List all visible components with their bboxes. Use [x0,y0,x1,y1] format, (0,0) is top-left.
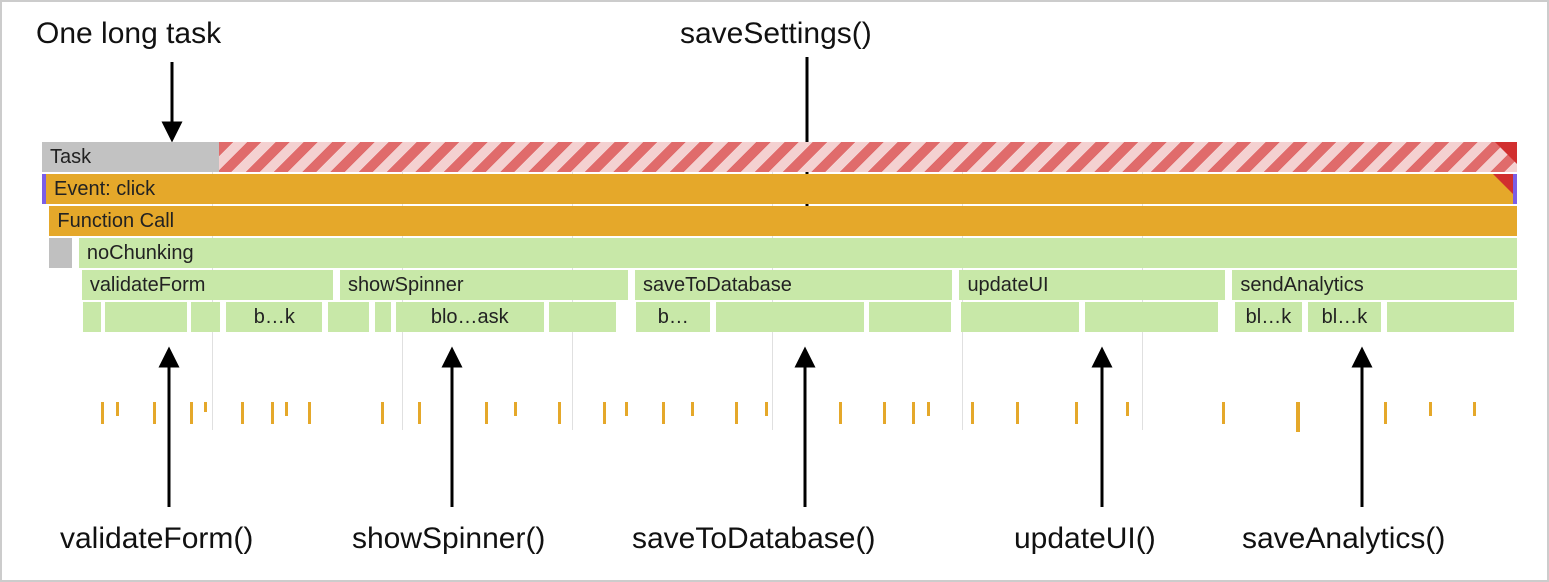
bar-function-call: Function Call [49,206,1517,236]
row-function-call: Function Call [42,206,1517,236]
row-leaves: b…k blo…ask b… bl…k bl…k [42,302,1517,332]
annotation-saveToDatabase: saveToDatabase() [632,522,875,556]
bar-event-click: Event: click [46,174,1513,204]
annotation-validateForm: validateForm() [60,522,253,556]
long-task-marker-icon [1495,142,1517,164]
bar-leaf-5: bl…k [1308,302,1382,332]
flame-chart: Task Event: click Function Call noChunki… [42,142,1517,334]
bar-leaf-3: b… [636,302,710,332]
annotation-saveAnalytics: saveAnalytics() [1242,522,1445,556]
annotation-showSpinner: showSpinner() [352,522,545,556]
bar-saveToDatabase: saveToDatabase [635,270,952,300]
bar-showSpinner: showSpinner [340,270,628,300]
row-task: Task [42,142,1517,172]
arrow-saveToDatabase [790,352,820,512]
arrow-validateForm [154,352,184,512]
arrow-showSpinner [437,352,467,512]
row-nochunking: noChunking [42,238,1517,268]
event-marker-icon [1493,174,1513,194]
tick-marks [42,402,1517,442]
bar-task-label: Task [42,142,219,172]
annotation-one-long-task: One long task [36,17,221,51]
task-label: Task [50,146,91,169]
arrow-one-long-task [157,62,187,142]
annotation-updateUI: updateUI() [1014,522,1156,556]
row-event-click: Event: click [42,174,1517,204]
function-call-label: Function Call [57,210,174,233]
bar-validateForm: validateForm [82,270,333,300]
row-children: validateForm showSpinner saveToDatabase … [42,270,1517,300]
bar-leaf-4: bl…k [1235,302,1301,332]
diagram-stage: One long task saveSettings() Task Event:… [2,2,1547,580]
bar-leaf-2: blo…ask [396,302,544,332]
annotation-save-settings: saveSettings() [680,17,872,51]
event-click-label: Event: click [54,178,155,201]
bar-nochunking: noChunking [79,238,1517,268]
bar-grey-sliver [49,238,71,268]
bar-updateUI: updateUI [959,270,1225,300]
arrow-saveAnalytics [1347,352,1377,512]
nochunking-label: noChunking [87,242,194,265]
arrow-updateUI [1087,352,1117,512]
bar-sendAnalytics: sendAnalytics [1232,270,1517,300]
bar-task-long [219,142,1517,172]
bar-leaf-1: b…k [226,302,322,332]
